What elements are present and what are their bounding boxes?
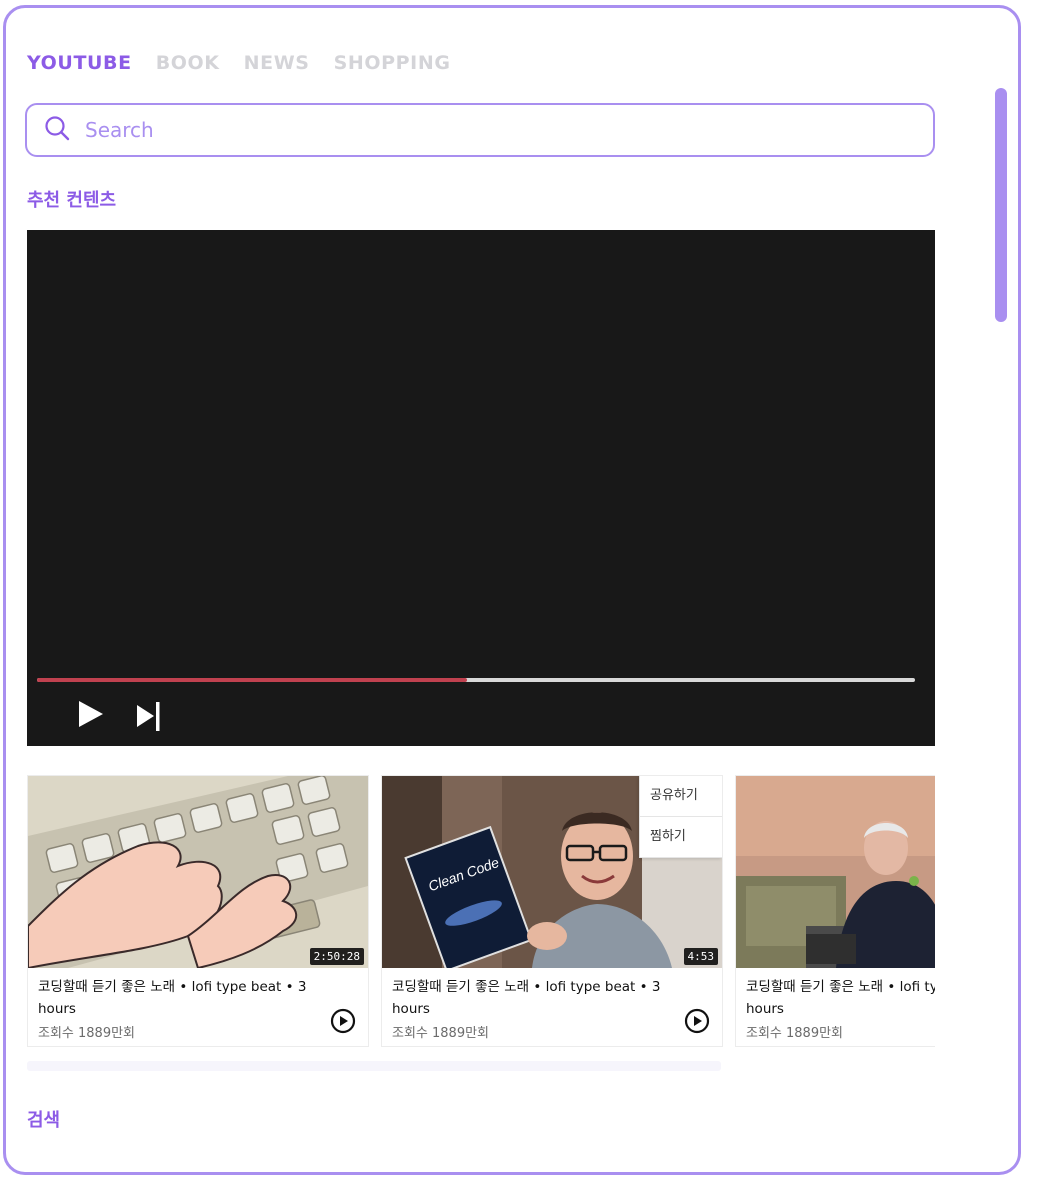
video-thumbnail[interactable]: Clean Code 공유하기 찜하기 4:53 [382, 776, 722, 968]
vertical-scrollbar[interactable] [995, 88, 1007, 322]
video-views: 조회수 1889만회 [38, 1026, 136, 1041]
video-duration: 2:50:28 [309, 948, 364, 965]
share-menu-item[interactable]: 공유하기 [640, 776, 722, 817]
recommended-title: 추천 컨텐츠 [27, 190, 117, 211]
video-views: 조회수 1889만회 [746, 1026, 844, 1041]
video-title[interactable]: 코딩할때 듣기 좋은 노래 • lofi type beat • 3 hours [392, 976, 672, 1020]
bookmark-menu-item[interactable]: 찜하기 [640, 817, 722, 858]
search-bar[interactable] [25, 103, 935, 157]
search-section-title: 검색 [27, 1110, 61, 1131]
tab-youtube[interactable]: YOUTUBE [27, 52, 132, 74]
tab-book[interactable]: BOOK [156, 52, 220, 74]
progress-bar[interactable] [37, 678, 915, 682]
video-thumbnail[interactable]: 2:50:28 [28, 776, 368, 968]
video-player[interactable] [27, 230, 935, 746]
search-input[interactable] [83, 117, 867, 143]
speaker-on-stage-photo [736, 776, 935, 968]
keyboard-hands-illustration [28, 776, 368, 968]
video-title[interactable]: 코딩할때 듣기 좋은 노래 • lofi type beat • 3 hours [38, 976, 318, 1020]
video-card[interactable]: 2:50:28 코딩할때 듣기 좋은 노래 • lofi type beat •… [27, 775, 369, 1047]
context-menu: 공유하기 찜하기 [639, 776, 722, 858]
video-carousel: 2:50:28 코딩할때 듣기 좋은 노래 • lofi type beat •… [27, 775, 935, 1049]
video-card[interactable]: 코딩할때 듣기 좋은 노래 • lofi type beat • 3 hours… [735, 775, 935, 1047]
carousel-scroll-track[interactable] [27, 1061, 721, 1071]
play-button[interactable] [77, 699, 105, 734]
play-circle-icon[interactable] [684, 1008, 710, 1039]
play-icon [79, 701, 103, 727]
next-button[interactable] [135, 699, 163, 738]
play-circle-icon[interactable] [330, 1008, 356, 1039]
video-title[interactable]: 코딩할때 듣기 좋은 노래 • lofi type beat • 3 hours [746, 976, 935, 1020]
skip-next-icon [137, 702, 160, 731]
tab-news[interactable]: NEWS [244, 52, 310, 74]
video-views: 조회수 1889만회 [392, 1026, 490, 1041]
video-card[interactable]: Clean Code 공유하기 찜하기 4:53 코딩할때 듣기 좋은 노래 •… [381, 775, 723, 1047]
category-tabs: YOUTUBE BOOK NEWS SHOPPING [27, 52, 451, 74]
search-icon [43, 114, 71, 147]
video-duration: 4:53 [683, 948, 718, 965]
video-thumbnail[interactable] [736, 776, 935, 968]
app-frame: YOUTUBE BOOK NEWS SHOPPING 추천 컨텐츠 [3, 5, 1021, 1175]
progress-fill [37, 678, 468, 682]
tab-shopping[interactable]: SHOPPING [334, 52, 451, 74]
